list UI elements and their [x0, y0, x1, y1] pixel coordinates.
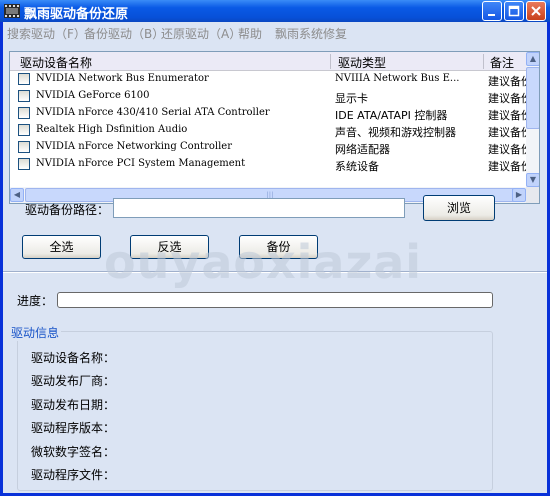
- list-item[interactable]: NVIDIA GeForce 6100 显示卡 建议备份: [10, 88, 526, 105]
- info-vendor: 驱动发布厂商：: [31, 374, 116, 388]
- driver-type: 显示卡: [335, 92, 368, 105]
- vertical-scroll-thumb[interactable]: [526, 67, 539, 129]
- scroll-left-button[interactable]: ◀: [10, 188, 24, 202]
- driver-note: 建议备份: [488, 92, 526, 105]
- maximize-icon: [508, 5, 520, 17]
- progress-bar: [57, 292, 493, 308]
- column-header-type[interactable]: 驱动类型: [338, 54, 386, 71]
- info-release-date: 驱动发布日期：: [31, 398, 116, 412]
- driver-note: 建议备份: [488, 160, 526, 173]
- menu-restore-drivers[interactable]: 还原驱动（A）: [161, 25, 241, 42]
- column-header-note[interactable]: 备注: [490, 54, 514, 71]
- driver-note: 建议备份: [488, 126, 526, 139]
- driver-type: 网络适配器: [335, 143, 390, 156]
- browse-button[interactable]: 浏览: [423, 195, 495, 221]
- menu-system-repair[interactable]: 飘雨系统修复: [275, 25, 347, 42]
- driver-note: 建议备份: [488, 143, 526, 156]
- scroll-up-button[interactable]: ▲: [526, 52, 539, 66]
- driver-note: 建议备份: [488, 75, 526, 88]
- driver-name: NVIDIA nForce Networking Controller: [36, 141, 232, 152]
- scrollbar-corner: [526, 187, 539, 203]
- list-item[interactable]: NVIDIA Network Bus Enumerator NVIIIA Net…: [10, 71, 526, 88]
- column-divider[interactable]: [330, 54, 331, 69]
- close-button[interactable]: [526, 1, 546, 21]
- vertical-scrollbar[interactable]: ▲ ▼: [526, 52, 539, 187]
- menu-backup-drivers[interactable]: 备份驱动（B）: [84, 25, 164, 42]
- client-area: 搜索驱动（F） 备份驱动（B） 还原驱动（A） 帮助 飘雨系统修复 驱动设备名称…: [3, 22, 547, 493]
- row-checkbox[interactable]: [18, 124, 30, 136]
- info-driver-version: 驱动程序版本：: [31, 421, 116, 435]
- menu-bar: 搜索驱动（F） 备份驱动（B） 还原驱动（A） 帮助 飘雨系统修复: [3, 22, 547, 42]
- backup-path-label: 驱动备份路径：: [25, 203, 110, 217]
- maximize-button[interactable]: [504, 1, 524, 21]
- column-divider[interactable]: [483, 54, 484, 69]
- app-window: 飘雨驱动备份还原 搜索驱动（F） 备份驱动（B） 还原驱动（A） 帮助 飘雨系统…: [0, 0, 550, 496]
- driver-name: NVIDIA Network Bus Enumerator: [36, 73, 209, 84]
- title-bar[interactable]: 飘雨驱动备份还原: [0, 0, 550, 22]
- column-header-name[interactable]: 驱动设备名称: [20, 54, 92, 71]
- driver-name: NVIDIA GeForce 6100: [36, 90, 150, 101]
- minimize-button[interactable]: [482, 1, 502, 21]
- divider: [3, 271, 547, 273]
- select-all-button[interactable]: 全选: [22, 235, 101, 259]
- progress-label: 进度：: [17, 294, 54, 308]
- driver-type: 声音、视频和游戏控制器: [335, 126, 456, 139]
- minimize-icon: [488, 14, 495, 16]
- driver-name: NVIDIA nForce 430/410 Serial ATA Control…: [36, 107, 270, 118]
- info-driver-files: 驱动程序文件：: [31, 468, 116, 482]
- scroll-right-button[interactable]: ▶: [512, 188, 526, 202]
- list-item[interactable]: Realtek High Dsfinition Audio 声音、视频和游戏控制…: [10, 122, 526, 139]
- driver-type: 系统设备: [335, 160, 379, 173]
- info-device-name: 驱动设备名称：: [31, 351, 116, 365]
- list-rows: NVIDIA Network Bus Enumerator NVIIIA Net…: [10, 71, 526, 187]
- menu-search-drivers[interactable]: 搜索驱动（F）: [7, 25, 86, 42]
- driver-name: Realtek High Dsfinition Audio: [36, 124, 188, 135]
- row-checkbox[interactable]: [18, 90, 30, 102]
- list-item[interactable]: NVIDIA nForce Networking Controller 网络适配…: [10, 139, 526, 156]
- scroll-down-button[interactable]: ▼: [526, 173, 539, 187]
- row-checkbox[interactable]: [18, 107, 30, 119]
- row-checkbox[interactable]: [18, 73, 30, 85]
- invert-selection-button[interactable]: 反选: [130, 235, 209, 259]
- driver-type: IDE ATA/ATAPI 控制器: [335, 109, 448, 122]
- driver-type: NVIIIA Network Bus E...: [335, 73, 460, 84]
- list-item[interactable]: NVIDIA nForce PCI System Management 系统设备…: [10, 156, 526, 173]
- close-icon: [531, 6, 541, 16]
- list-header: 驱动设备名称 驱动类型 备注: [10, 52, 526, 71]
- backup-path-input[interactable]: [113, 198, 405, 218]
- row-checkbox[interactable]: [18, 141, 30, 153]
- backup-button[interactable]: 备份: [239, 235, 318, 259]
- info-digital-signature: 微软数字签名：: [31, 445, 116, 459]
- driver-note: 建议备份: [488, 109, 526, 122]
- driver-name: NVIDIA nForce PCI System Management: [36, 158, 246, 169]
- driver-info-title: 驱动信息: [9, 324, 62, 341]
- menu-help[interactable]: 帮助: [238, 25, 262, 42]
- list-item[interactable]: NVIDIA nForce 430/410 Serial ATA Control…: [10, 105, 526, 122]
- driver-list[interactable]: 驱动设备名称 驱动类型 备注 NVIDIA Network Bus Enumer…: [9, 51, 540, 204]
- film-strip-icon: [4, 4, 20, 18]
- row-checkbox[interactable]: [18, 158, 30, 170]
- window-title: 飘雨驱动备份还原: [24, 7, 129, 22]
